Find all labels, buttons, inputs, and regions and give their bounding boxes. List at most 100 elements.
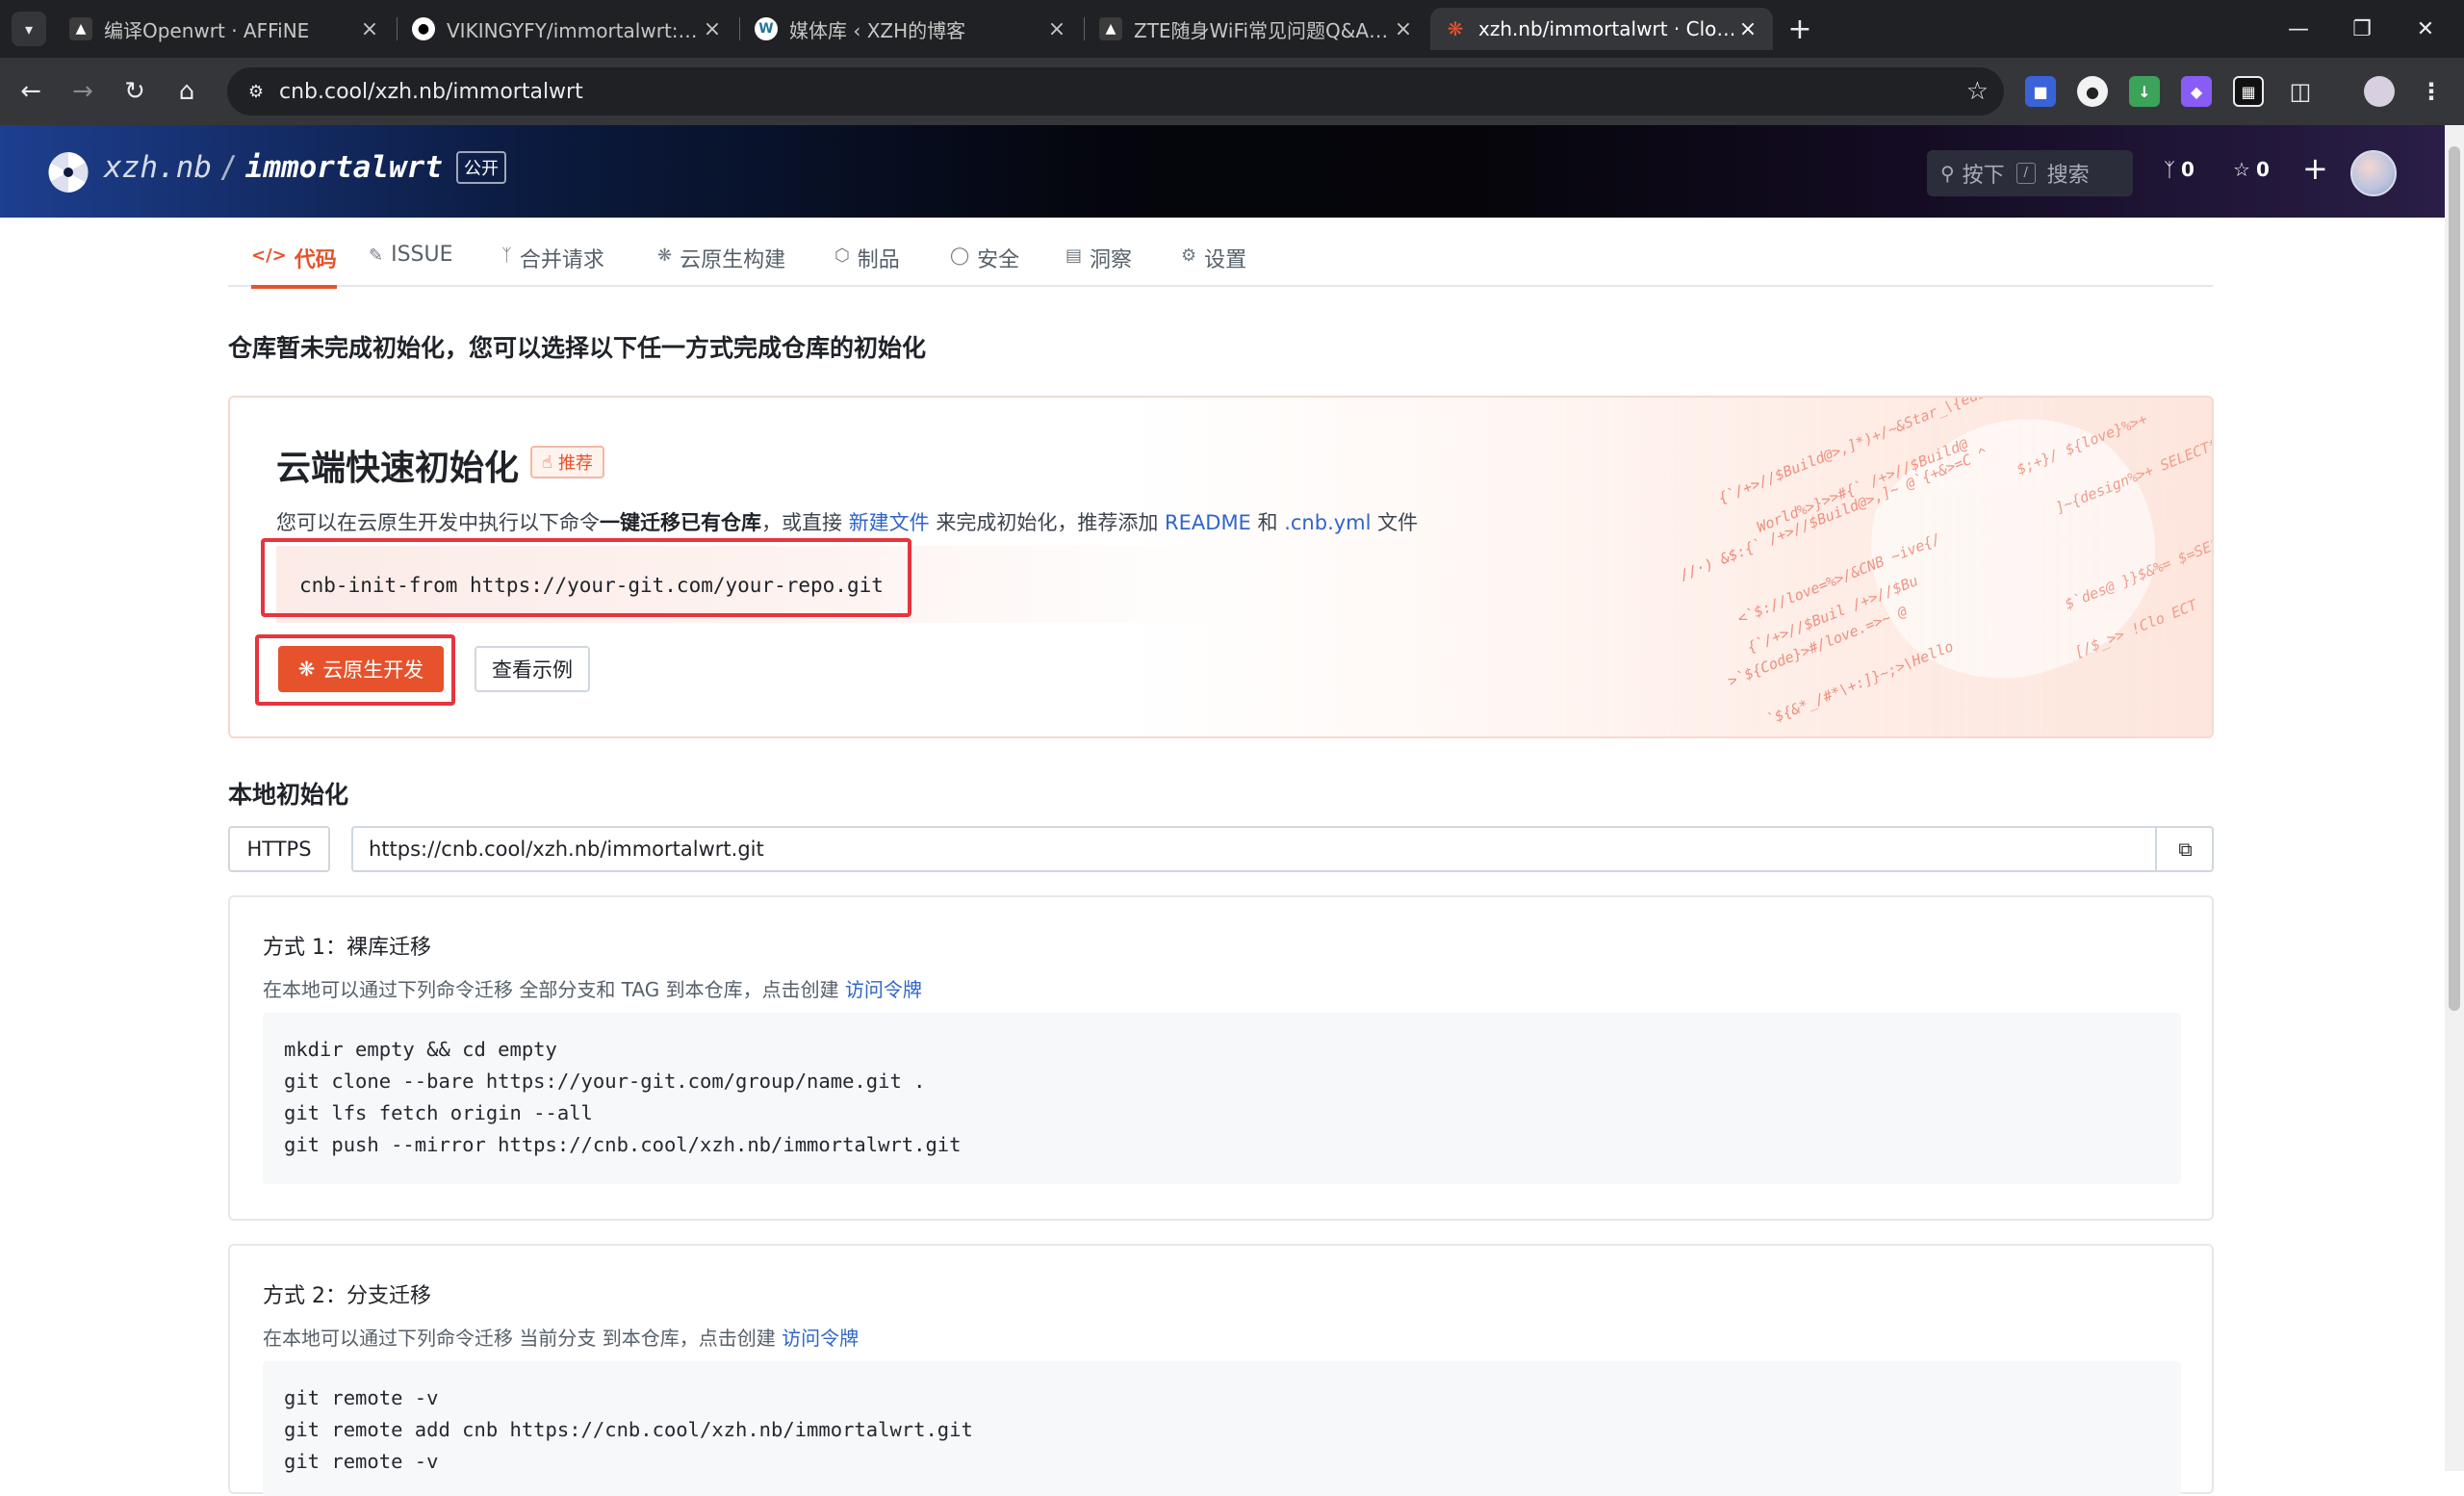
tab-label: 制品 — [857, 248, 900, 272]
repo-breadcrumb: xzh.nb / immortalwrt 公开 — [104, 150, 506, 185]
cloud-init-description: 您可以在云原生开发中执行以下命令一键迁移已有仓库，或直接 新建文件 来完成初始化… — [276, 507, 1418, 536]
extension-icon[interactable]: ▦ — [2233, 76, 2264, 107]
access-token-link[interactable]: 访问令牌 — [782, 1327, 859, 1350]
new-file-link[interactable]: 新建文件 — [849, 511, 930, 534]
desc-text: 来完成初始化，推荐添加 — [929, 511, 1166, 534]
method-1-code-block[interactable]: mkdir empty && cd empty git clone --bare… — [263, 1013, 2181, 1184]
tab-title: 媒体库 ‹ XZH的博客 — [789, 18, 966, 42]
fork-count[interactable]: ᛉ 0 — [2164, 158, 2194, 181]
close-tab-icon[interactable]: × — [1736, 17, 1759, 41]
tab-divider — [739, 17, 740, 40]
tab-label: ISSUE — [391, 243, 453, 267]
browser-tab-active[interactable]: ❋ xzh.nb/immortalwrt · Cloud N × — [1430, 8, 1773, 50]
address-url[interactable]: cnb.cool/xzh.nb/immortalwrt — [279, 80, 583, 104]
browser-menu-icon[interactable]: ⋮ — [2416, 76, 2447, 107]
tab-title: ZTE随身WiFi常见问题Q&A · A — [1134, 18, 1392, 42]
minimize-button[interactable]: — — [2270, 8, 2327, 50]
cnb-yml-link[interactable]: .cnb.yml — [1284, 511, 1371, 534]
fork-icon: ᛉ — [2164, 158, 2175, 181]
tab-merge-requests[interactable]: ᛉ 合并请求 — [501, 243, 604, 287]
code-line: git clone --bare https://your-git.com/gr… — [284, 1070, 926, 1093]
copy-url-button[interactable]: ⧉ — [2155, 826, 2214, 872]
site-info-icon[interactable]: ⚙ — [237, 82, 275, 102]
readme-link[interactable]: README — [1165, 511, 1251, 534]
browser-tab-3[interactable]: W 媒体库 ‹ XZH的博客 × — [741, 8, 1082, 50]
code-icon: </> — [251, 245, 287, 266]
header-search[interactable]: ⚲ 按下 / 搜索 — [1927, 150, 2133, 196]
tab-label: 合并请求 — [519, 248, 604, 272]
reload-icon: ↻ — [124, 77, 145, 106]
owner-link[interactable]: xzh.nb — [104, 150, 212, 185]
clone-url-field[interactable]: https://cnb.cool/xzh.nb/immortalwrt.git — [351, 826, 2214, 872]
restore-icon: ❐ — [2352, 16, 2372, 41]
close-tab-icon[interactable]: × — [358, 17, 381, 41]
new-tab-button[interactable]: + — [1783, 12, 1817, 46]
download-extension-icon[interactable]: ↓ — [2129, 76, 2160, 107]
search-icon: ⚲ — [1940, 162, 1955, 185]
plus-icon: + — [2302, 150, 2328, 187]
create-new-button[interactable]: + — [2302, 150, 2328, 187]
minimize-icon: — — [2288, 16, 2309, 41]
browser-tab-1[interactable]: ▲ 编译Openwrt · AFFiNE × — [56, 8, 395, 50]
method-2-code-block[interactable]: git remote -v git remote add cnb https:/… — [263, 1361, 2181, 1496]
reload-button[interactable]: ↻ — [117, 74, 152, 109]
protocol-select[interactable]: HTTPS — [228, 826, 330, 872]
browser-tab-4[interactable]: ▲ ZTE随身WiFi常见问题Q&A · A × — [1086, 8, 1428, 50]
repo-link[interactable]: immortalwrt — [245, 150, 443, 185]
extension-icon[interactable]: ● — [2077, 76, 2108, 107]
build-icon: ❋ — [657, 245, 673, 266]
bitwarden-extension-icon[interactable]: ■ — [2025, 76, 2056, 107]
tab-label: 设置 — [1204, 248, 1247, 272]
code-line: git remote add cnb https://cnb.cool/xzh.… — [284, 1418, 973, 1441]
decorative-code-swirl-illustration: //·) &$:{` /+>//$Build@>,]~ @`{+&>=C ^ {… — [1480, 398, 2212, 736]
code-line: git push --mirror https://cnb.cool/xzh.n… — [284, 1133, 962, 1156]
close-window-button[interactable]: ✕ — [2397, 8, 2454, 50]
browser-tab-2[interactable]: ● VIKINGYFY/immortalwrt: 自用 × — [398, 8, 737, 50]
tab-search-button[interactable]: ▾ — [12, 12, 46, 46]
code-line: git remote -v — [284, 1386, 439, 1409]
desc-text: 和 — [1250, 511, 1285, 534]
profile-avatar[interactable] — [2364, 76, 2395, 107]
recommended-badge: ☝ 推荐 — [530, 446, 604, 478]
tab-issue[interactable]: ✎ ISSUE — [369, 243, 453, 287]
close-tab-icon[interactable]: × — [701, 17, 724, 41]
tab-label: 代码 — [294, 248, 337, 272]
home-button[interactable]: ⌂ — [169, 74, 204, 109]
star-count[interactable]: ☆ 0 — [2233, 158, 2270, 181]
tab-security[interactable]: ◯ 安全 — [950, 243, 1019, 287]
view-example-button[interactable]: 查看示例 — [475, 646, 590, 692]
shield-icon: ◯ — [950, 245, 970, 266]
tab-divider — [1084, 17, 1085, 40]
close-tab-icon[interactable]: × — [1392, 17, 1415, 41]
tab-code[interactable]: </> 代码 — [251, 243, 337, 289]
page-scrollbar-thumb[interactable] — [2449, 146, 2460, 1011]
extensions-puzzle-icon[interactable]: ◫ — [2285, 76, 2316, 107]
desc-text: ，或直接 — [761, 511, 849, 534]
desc-text: 您可以在云原生开发中执行以下命令 — [276, 511, 600, 534]
address-bar[interactable]: ⚙ cnb.cool/xzh.nb/immortalwrt ☆ — [227, 67, 2004, 116]
forward-button[interactable]: → — [65, 74, 100, 109]
user-avatar[interactable] — [2350, 150, 2397, 196]
site-header: xzh.nb / immortalwrt 公开 ⚲ 按下 / 搜索 ᛉ 0 ☆ … — [0, 125, 2445, 218]
access-token-link[interactable]: 访问令牌 — [845, 978, 922, 1001]
desc-text: 在本地可以通过下列命令迁移 当前分支 到本仓库，点击创建 — [263, 1327, 783, 1350]
bookmark-star-icon[interactable]: ☆ — [1966, 77, 1989, 106]
extension-icon[interactable]: ◆ — [2181, 76, 2212, 107]
desc-text: 文件 — [1371, 511, 1419, 534]
graph-icon: ▤ — [1065, 245, 1083, 266]
merge-icon: ᛉ — [501, 245, 512, 266]
tab-divider — [397, 17, 398, 40]
plus-icon: + — [1787, 12, 1812, 46]
back-button[interactable]: ← — [13, 74, 48, 109]
close-tab-icon[interactable]: × — [1045, 17, 1068, 41]
tab-artifacts[interactable]: ⬡ 制品 — [834, 243, 900, 287]
method-2-title: 方式 2：分支迁移 — [263, 1284, 431, 1308]
restore-button[interactable]: ❐ — [2333, 8, 2391, 50]
tab-settings[interactable]: ⚙ 设置 — [1181, 243, 1246, 287]
close-icon: ✕ — [2416, 16, 2435, 41]
tab-insights[interactable]: ▤ 洞察 — [1065, 243, 1132, 287]
cloud-init-title: 云端快速初始化 — [276, 449, 520, 488]
tab-cloud-build[interactable]: ❋ 云原生构建 — [657, 243, 785, 287]
arrow-left-icon: ← — [20, 77, 41, 106]
cnb-logo-icon[interactable] — [46, 150, 90, 194]
